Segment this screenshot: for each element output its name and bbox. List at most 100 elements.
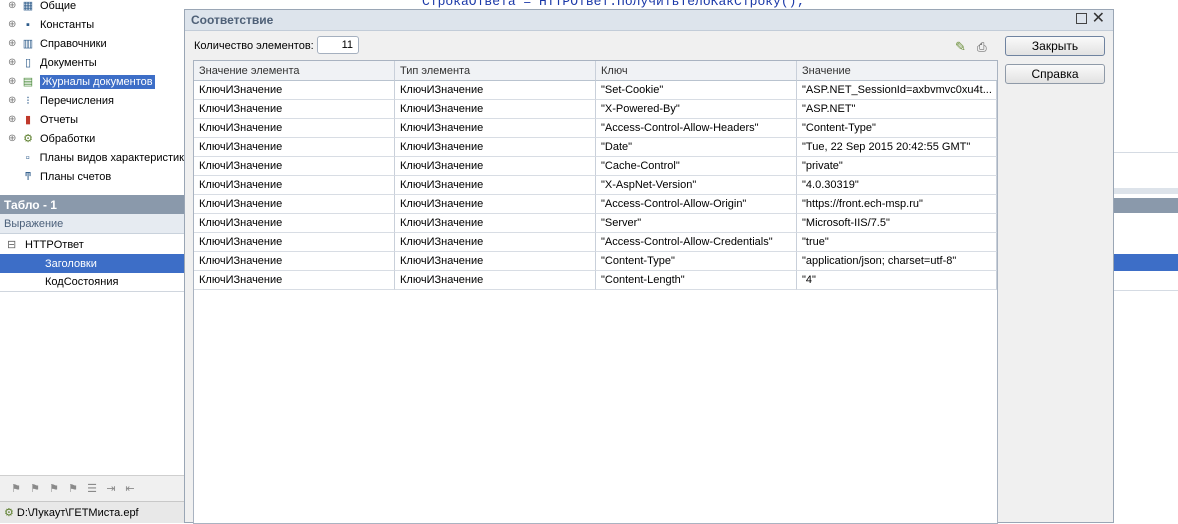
expand-icon[interactable]: ⊕	[8, 0, 18, 11]
tree-item-label: Планы видов характеристик	[39, 151, 184, 164]
tree-item-label: Планы счетов	[40, 170, 112, 183]
table-row[interactable]: КлючИЗначение КлючИЗначение "Content-Len…	[194, 271, 997, 290]
cell-element-type: КлючИЗначение	[395, 252, 596, 271]
table-row[interactable]: КлючИЗначение КлючИЗначение "X-Powered-B…	[194, 100, 997, 119]
outdent-icon[interactable]: ⇤	[122, 482, 138, 496]
close-button[interactable]: Закрыть	[1005, 36, 1105, 56]
table-row[interactable]: КлючИЗначение КлючИЗначение "X-AspNet-Ve…	[194, 176, 997, 195]
maximize-icon[interactable]	[1076, 13, 1087, 24]
background-panel	[1114, 10, 1178, 523]
print-icon[interactable]: ⎙	[977, 40, 993, 54]
cell-value: "4.0.30319"	[797, 176, 997, 195]
close-icon[interactable]: ✕	[1092, 10, 1105, 28]
column-header-value[interactable]: Значение	[797, 61, 997, 81]
table-row[interactable]: КлючИЗначение КлючИЗначение "Set-Cookie"…	[194, 81, 997, 100]
cell-element-value: КлючИЗначение	[194, 100, 395, 119]
column-header-element-value[interactable]: Значение элемента	[194, 61, 395, 81]
cell-element-value: КлючИЗначение	[194, 252, 395, 271]
elements-table: Значение элемента Тип элемента Ключ Знач…	[193, 60, 998, 524]
expand-icon[interactable]: ⊕	[8, 133, 18, 144]
dialog-titlebar[interactable]: Соответствие ✕	[185, 10, 1113, 31]
cell-element-value: КлючИЗначение	[194, 233, 395, 252]
expand-icon[interactable]: ⊕	[8, 19, 18, 30]
tree-item-label: Справочники	[40, 37, 107, 50]
cell-element-value: КлючИЗначение	[194, 157, 395, 176]
cell-element-type: КлючИЗначение	[395, 233, 596, 252]
flag-add-icon[interactable]: ⚑	[27, 482, 43, 496]
chart-types-icon: ▫	[25, 151, 30, 164]
table-row[interactable]: КлючИЗначение КлючИЗначение "Content-Typ…	[194, 252, 997, 271]
constants-icon: ▪	[26, 18, 30, 31]
cell-key: "Server"	[596, 214, 797, 233]
tree-item-enums[interactable]: ⊕ ⁝ Перечисления	[0, 91, 184, 110]
tree-item-journals[interactable]: ⊕ ▤ Журналы документов	[0, 72, 184, 91]
column-header-element-type[interactable]: Тип элемента	[395, 61, 596, 81]
tree-item-obshchie[interactable]: ⊕ ▦ Общие	[0, 0, 184, 15]
file-path: D:\Лукаут\ГЕТМиста.epf	[16, 506, 139, 519]
help-button[interactable]: Справка	[1005, 64, 1105, 84]
tree-item-reports[interactable]: ⊕ ▮ Отчеты	[0, 110, 184, 129]
flag-clear-icon[interactable]: ⚑	[65, 482, 81, 496]
tree-item-constants[interactable]: ⊕ ▪ Константы	[0, 15, 184, 34]
cell-key: "Access-Control-Allow-Origin"	[596, 195, 797, 214]
expand-icon[interactable]: ⊕	[8, 95, 18, 106]
pencil-icon[interactable]: ✎	[955, 40, 969, 54]
tablo-row-label: HTTPОтвет	[25, 238, 84, 251]
cell-element-type: КлючИЗначение	[395, 81, 596, 100]
indent-icon[interactable]: ⇥	[103, 482, 119, 496]
tablo-row-status-code[interactable]: КодСостояния	[0, 273, 184, 292]
documents-icon: ▯	[24, 56, 32, 69]
column-header-key[interactable]: Ключ	[596, 61, 797, 81]
expand-icon[interactable]: ⊕	[8, 76, 18, 87]
catalogs-icon: ▥	[22, 37, 34, 50]
expand-icon[interactable]: ⊕	[8, 114, 18, 125]
table-row[interactable]: КлючИЗначение КлючИЗначение "Date" "Tue,…	[194, 138, 997, 157]
processing-icon: ⚙	[23, 132, 33, 145]
cell-value: "4"	[797, 271, 997, 290]
dialog-title: Соответствие	[191, 13, 274, 27]
configuration-tree: ⊕ ▦ Общие ⊕ ▪ Константы ⊕ ▥ Справочники …	[0, 0, 184, 195]
cell-key: "Date"	[596, 138, 797, 157]
tree-item-accounts[interactable]: ͳ Планы счетов	[0, 167, 184, 186]
reports-icon: ▮	[24, 113, 32, 126]
flag-remove-icon[interactable]: ⚑	[46, 482, 62, 496]
cell-value: "private"	[797, 157, 997, 176]
table-row[interactable]: КлючИЗначение КлючИЗначение "Access-Cont…	[194, 119, 997, 138]
cell-element-type: КлючИЗначение	[395, 214, 596, 233]
list-icon[interactable]: ☰	[84, 482, 100, 496]
table-row[interactable]: КлючИЗначение КлючИЗначение "Server" "Mi…	[194, 214, 997, 233]
cell-key: "Access-Control-Allow-Headers"	[596, 119, 797, 138]
tablo-row-http-response[interactable]: ⊟ HTTPОтвет	[0, 235, 184, 254]
table-row[interactable]: КлючИЗначение КлючИЗначение "Access-Cont…	[194, 195, 997, 214]
tablo-row-headers[interactable]: Заголовки	[0, 254, 184, 273]
folder-icon: ▦	[22, 0, 34, 12]
tree-item-catalogs[interactable]: ⊕ ▥ Справочники	[0, 34, 184, 53]
cell-key: "Access-Control-Allow-Credentials"	[596, 233, 797, 252]
table-row[interactable]: КлючИЗначение КлючИЗначение "Cache-Contr…	[194, 157, 997, 176]
cell-element-type: КлючИЗначение	[395, 138, 596, 157]
count-field[interactable]: 11	[317, 36, 359, 54]
tree-item-chart-types[interactable]: ▫ Планы видов характеристик	[0, 148, 184, 167]
expand-icon[interactable]: ⊕	[8, 57, 18, 68]
tree-item-processing[interactable]: ⊕ ⚙ Обработки	[0, 129, 184, 148]
expression-column-header[interactable]: Выражение	[0, 214, 184, 234]
tree-item-label: Общие	[40, 0, 77, 12]
enums-icon: ⁝	[26, 94, 30, 107]
flag-icon[interactable]: ⚑	[8, 482, 24, 496]
cell-element-type: КлючИЗначение	[395, 271, 596, 290]
expand-icon[interactable]: ⊕	[8, 38, 18, 49]
cell-element-value: КлючИЗначение	[194, 119, 395, 138]
cell-key: "Content-Type"	[596, 252, 797, 271]
tablo-row-label: КодСостояния	[45, 276, 119, 288]
code-line: СтрокаОтвета = HTTPОтвет.ПолучитьТелоКак…	[422, 0, 805, 9]
cell-value: "application/json; charset=utf-8"	[797, 252, 997, 271]
cell-value: "true"	[797, 233, 997, 252]
table-row[interactable]: КлючИЗначение КлючИЗначение "Access-Cont…	[194, 233, 997, 252]
collapse-icon[interactable]: ⊟	[7, 238, 19, 251]
tree-item-documents[interactable]: ⊕ ▯ Документы	[0, 53, 184, 72]
tree-item-label: Обработки	[40, 132, 96, 145]
tree-item-label: Перечисления	[40, 94, 114, 107]
journals-icon: ▤	[22, 75, 34, 88]
cell-element-value: КлючИЗначение	[194, 195, 395, 214]
tablo-title: Табло - 1	[0, 195, 184, 214]
